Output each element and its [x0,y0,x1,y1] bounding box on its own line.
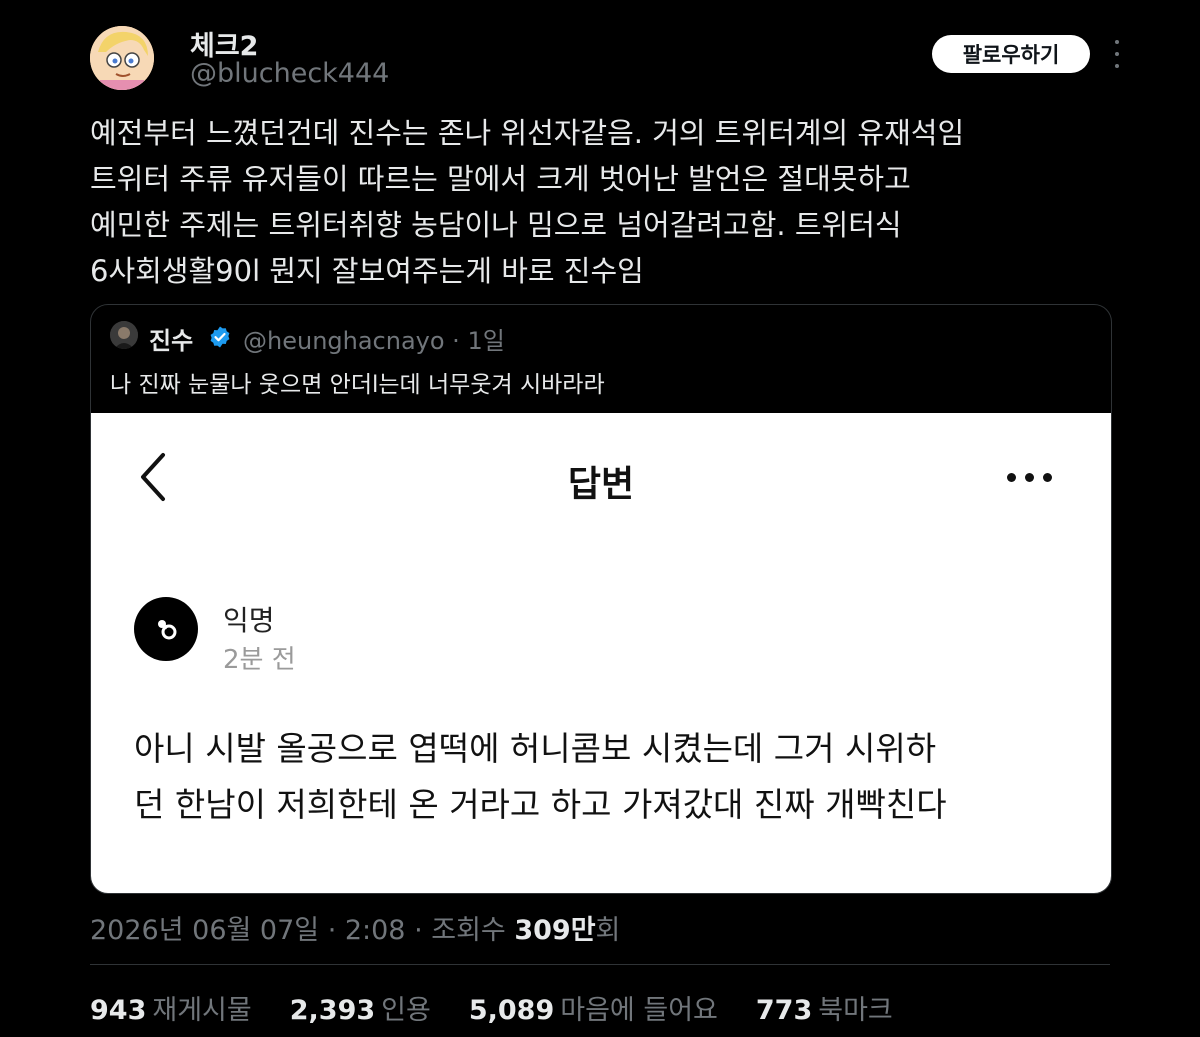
tweet-line: 트위터 주류 유저들이 따르는 말에서 크게 벗어난 발언은 절대못하고 [90,162,911,196]
tweet-line: 예민한 주제는 트위터취향 농담이나 밈으로 넘어갈려고함. 트위터식 [90,208,902,242]
more-horizontal-icon [1007,473,1052,482]
screenshot-title: 답변 [567,464,635,505]
verified-badge-icon [210,326,230,348]
bookmarks-count: 773 [755,995,813,1026]
answer-line: 아니 시발 올공으로 엽떡에 허니콤보 시켰는데 그거 시위하 [134,729,937,768]
tweet-line: 예전부터 느꼈던건데 진수는 존나 위선자같음. 거의 트위터계의 유재석임 [90,116,965,150]
tweet-text: 예전부터 느꼈던건데 진수는 존나 위선자같음. 거의 트위터계의 유재석임 트… [90,110,1120,294]
quotes-label: 인용 [381,995,431,1026]
quoted-tweet[interactable]: 진수 @heunghacnayo · 1일 나 진짜 눈물나 웃으면 안더l는데… [90,304,1112,894]
tweet-line: 6사회생활90l 뭔지 잘보여주는게 바로 진수임 [90,254,644,288]
retweets-count: 943 [90,995,147,1026]
author-avatar[interactable] [90,26,154,90]
quote-author-avatar [110,321,138,349]
follow-button[interactable]: 팔로우하기 [932,35,1090,73]
bookmarks-label: 북마크 [818,995,893,1026]
cartoon-avatar-icon [90,26,154,90]
anonymous-avatar [134,597,198,661]
quotes-count: 2,393 [289,995,376,1026]
view-count: 309만 [514,915,596,946]
quote-author-name: 진수 [149,327,194,355]
quotes-stat[interactable]: 2,393 인용 [290,988,431,1027]
tweet-datetime[interactable]: 2026년 06월 07일 · 2:08 · 조회수 [90,915,514,946]
engagement-stats: 943 재게시물 2,393 인용 5,089 마음에 들어요 773 북마크 [90,988,893,1027]
likes-count: 5,089 [468,995,555,1026]
likes-stat[interactable]: 5,089 마음에 들어요 [469,988,718,1027]
anonymous-name: 익명 [223,604,275,637]
view-count-suffix: 회 [595,915,621,946]
author-handle[interactable]: @blucheck444 [190,58,389,89]
person-avatar-icon [110,321,138,349]
anonymous-time: 2분 전 [223,645,296,675]
likes-label: 마음에 들어요 [560,995,718,1026]
retweets-stat[interactable]: 943 재게시물 [90,988,252,1027]
divider [90,964,1110,965]
bookmarks-stat[interactable]: 773 북마크 [756,988,893,1027]
tweet-meta: 2026년 06월 07일 · 2:08 · 조회수 309만회 [90,908,620,947]
answer-text: 아니 시발 올공으로 엽떡에 허니콤보 시켰는데 그거 시위하 던 한남이 저희… [134,721,947,833]
retweets-label: 재게시물 [152,995,252,1026]
quote-author-handle-time: @heunghacnayo · 1일 [243,327,505,355]
anonymous-logo-icon [158,620,177,640]
quote-text: 나 진짜 눈물나 웃으면 안더l는데 너무웃겨 시바라라 [110,372,605,398]
more-options-icon[interactable] [1108,40,1126,68]
answer-line: 던 한남이 저희한테 온 거라고 하고 가져갔대 진짜 개빡친다 [134,785,947,824]
quote-attached-image[interactable]: 답변 익명 2분 전 아니 시발 올공으로 엽떡에 허니콤보 시켰는데 그거 시… [91,413,1111,893]
